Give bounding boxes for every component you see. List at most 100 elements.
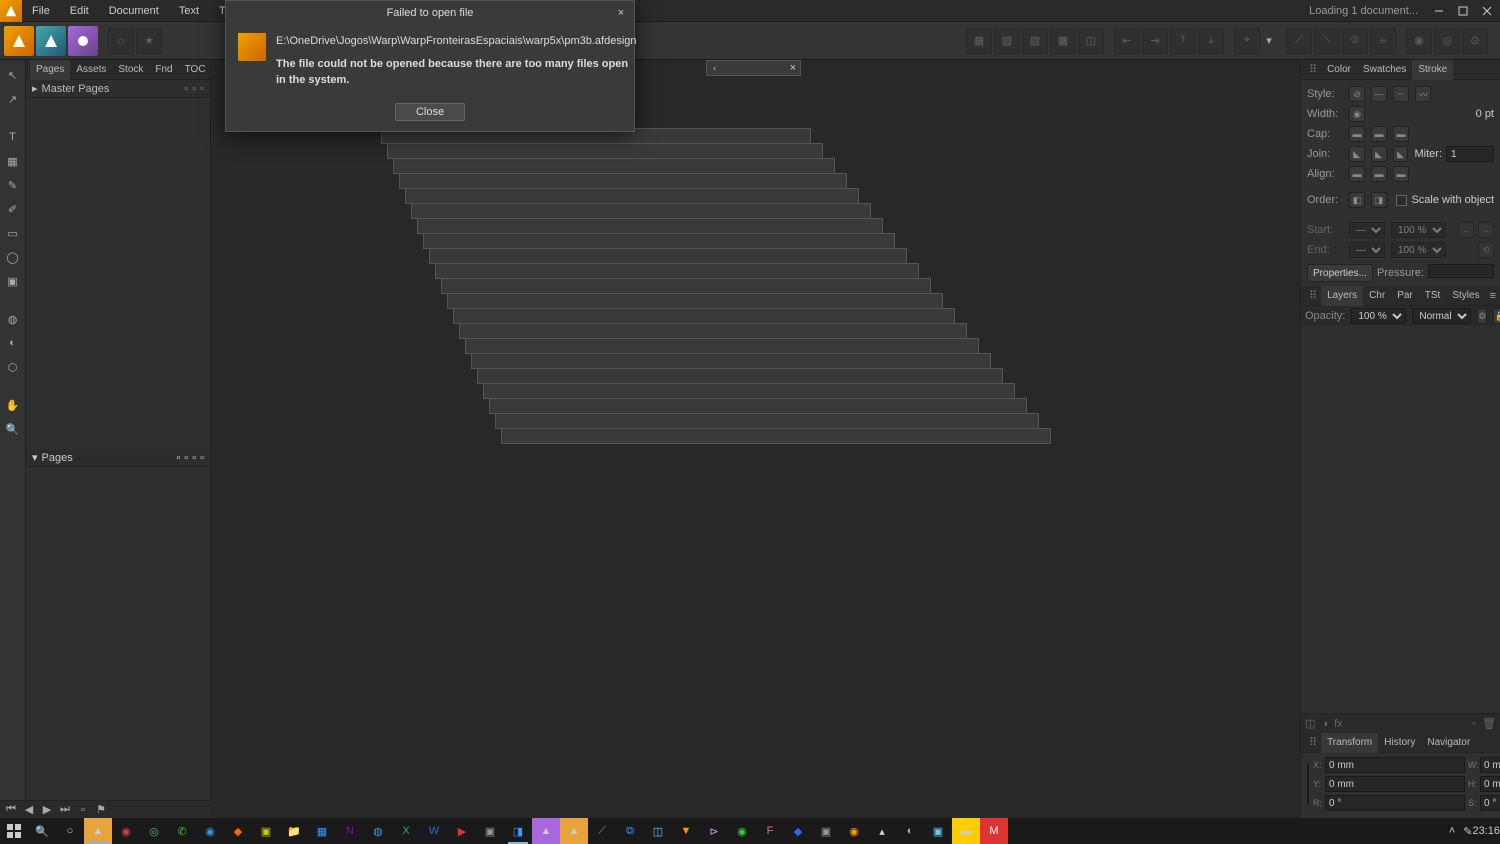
align-inside-icon[interactable]: ▬	[1371, 166, 1387, 182]
task-whatsapp[interactable]: ✆	[168, 818, 196, 844]
tb-arrange3-icon[interactable]: ▨	[1022, 28, 1048, 54]
opacity-select[interactable]: 100 %	[1351, 308, 1406, 324]
tab-assets[interactable]: Assets	[70, 60, 112, 80]
y-input[interactable]	[1325, 776, 1465, 792]
tab-paragraph[interactable]: Par	[1391, 286, 1419, 306]
task-word[interactable]: W	[420, 818, 448, 844]
pages-view4-icon[interactable]: ▫	[200, 452, 204, 464]
cap-round-icon[interactable]: ▬	[1371, 126, 1387, 142]
task-app6[interactable]: ◍	[364, 818, 392, 844]
task-affinity[interactable]: ▲	[532, 818, 560, 844]
tb-home-icon[interactable]: ⌂	[108, 28, 134, 54]
dialog-close-icon[interactable]: ×	[612, 4, 630, 22]
task-app14[interactable]: ⊳	[700, 818, 728, 844]
layer-lock-icon[interactable]: 🔒	[1493, 308, 1500, 324]
pen-tool-icon[interactable]: ✎	[2, 174, 24, 196]
tab-transform[interactable]: Transform	[1321, 733, 1378, 753]
tab-stroke[interactable]: Stroke	[1412, 60, 1453, 80]
task-figma[interactable]: F	[756, 818, 784, 844]
search-icon[interactable]: 🔍	[28, 818, 56, 844]
r-input[interactable]	[1325, 795, 1465, 811]
task-explorer[interactable]: 📁	[280, 818, 308, 844]
layers-list[interactable]	[1301, 326, 1500, 713]
tab-styles[interactable]: Styles	[1446, 286, 1485, 306]
tb-align3-icon[interactable]: ⤒	[1170, 28, 1196, 54]
task-brave[interactable]: ◆	[224, 818, 252, 844]
x-input[interactable]	[1325, 757, 1465, 773]
layer-fx-icon[interactable]: fx	[1334, 718, 1343, 730]
task-excel[interactable]: X	[392, 818, 420, 844]
pages-view3-icon[interactable]: ▫	[192, 452, 196, 464]
nav-preflight-icon[interactable]: ⚑	[94, 803, 108, 817]
tb-curve2-icon[interactable]: ⟍	[1314, 28, 1340, 54]
picture-tool-icon[interactable]: ▣	[2, 270, 24, 292]
task-app2[interactable]: ◉	[112, 818, 140, 844]
layer-mask-icon[interactable]: ◫	[1305, 717, 1315, 730]
shape-tool-icon[interactable]: ▭	[2, 222, 24, 244]
task-edge[interactable]: ◉	[196, 818, 224, 844]
tb-curve4-icon[interactable]: ⦵	[1370, 28, 1396, 54]
tb-align4-icon[interactable]: ⤓	[1198, 28, 1224, 54]
style-dash-icon[interactable]: ┄	[1393, 86, 1409, 102]
dialog-titlebar[interactable]: Failed to open file ×	[226, 1, 634, 25]
task-vscode[interactable]: ⧉	[616, 818, 644, 844]
fill-tool-icon[interactable]: ◍	[2, 308, 24, 330]
task-blender[interactable]: ◉	[840, 818, 868, 844]
tab-navigator[interactable]: Navigator	[1421, 733, 1476, 753]
tab-textstyles[interactable]: TSt	[1419, 286, 1447, 306]
task-app3[interactable]: ◎	[140, 818, 168, 844]
width-slider-icon[interactable]: ◉	[1349, 106, 1365, 122]
properties-button[interactable]: Properties...	[1307, 264, 1373, 282]
tray-up-icon[interactable]: ˄	[1449, 825, 1455, 837]
pages-view2-icon[interactable]: ▫	[184, 452, 188, 464]
w-input[interactable]	[1480, 757, 1500, 773]
menu-file[interactable]: File	[22, 0, 60, 22]
pages-section-header[interactable]: ▾ Pages ▫ ▫ ▫ ▫	[26, 449, 210, 467]
cap-butt-icon[interactable]: ▬	[1349, 126, 1365, 142]
tb-snap-dropdown[interactable]: ▾	[1262, 28, 1276, 54]
tab-find[interactable]: Fnd	[149, 60, 178, 80]
table-tool-icon[interactable]: ▦	[2, 150, 24, 172]
tab-character[interactable]: Chr	[1363, 286, 1391, 306]
tb-arrange1-icon[interactable]: ▦	[966, 28, 992, 54]
task-app7[interactable]: ▶	[448, 818, 476, 844]
dialog-close-button[interactable]: Close	[395, 103, 465, 121]
nav-play-icon[interactable]: ▶	[40, 803, 54, 817]
nav-last-icon[interactable]: ⏭	[58, 803, 72, 817]
tb-view2-icon[interactable]: ◎	[1434, 28, 1460, 54]
start-style-select[interactable]: —	[1349, 222, 1385, 238]
layers-menu-icon[interactable]: ≡	[1486, 290, 1500, 302]
task-app18[interactable]: ▴	[868, 818, 896, 844]
pencil-tool-icon[interactable]: ✐	[2, 198, 24, 220]
transparency-tool-icon[interactable]: ◐	[2, 332, 24, 354]
tb-view1-icon[interactable]: ◉	[1406, 28, 1432, 54]
tb-arrange5-icon[interactable]: ◫	[1078, 28, 1104, 54]
master-del-icon[interactable]: ▫	[200, 83, 204, 95]
join-bevel-icon[interactable]: ◣	[1393, 146, 1409, 162]
nav-first-icon[interactable]: ⏮	[4, 803, 18, 817]
style-solid-icon[interactable]: —	[1371, 86, 1387, 102]
nav-prev-icon[interactable]: ◀	[22, 803, 36, 817]
s-input[interactable]	[1480, 795, 1500, 811]
start-pct-select[interactable]: 100 %	[1391, 222, 1446, 238]
task-app12[interactable]: ◫	[644, 818, 672, 844]
layer-cog-icon[interactable]: ⚙	[1477, 308, 1487, 324]
task-app19[interactable]: ◐	[896, 818, 924, 844]
menu-text[interactable]: Text	[169, 0, 209, 22]
blend-select[interactable]: Normal	[1412, 308, 1471, 324]
tb-fav-icon[interactable]: ★	[136, 28, 162, 54]
miter-input[interactable]	[1446, 146, 1494, 162]
order-behind-icon[interactable]: ◧	[1349, 192, 1365, 208]
tab-history[interactable]: History	[1378, 733, 1421, 753]
task-app15[interactable]: ◉	[728, 818, 756, 844]
task-app16[interactable]: ◆	[784, 818, 812, 844]
task-app1[interactable]: ▲	[84, 818, 112, 844]
arrow-right-icon[interactable]: →	[1478, 222, 1494, 238]
persona-publisher[interactable]	[4, 26, 34, 56]
task-app22[interactable]: M	[980, 818, 1008, 844]
task-app4[interactable]: ▣	[252, 818, 280, 844]
master-opts-icon[interactable]: ▫	[192, 83, 196, 95]
minimize-button[interactable]	[1428, 2, 1450, 20]
join-round-icon[interactable]: ◣	[1371, 146, 1387, 162]
doc-tab-close-icon[interactable]: ×	[790, 62, 796, 74]
